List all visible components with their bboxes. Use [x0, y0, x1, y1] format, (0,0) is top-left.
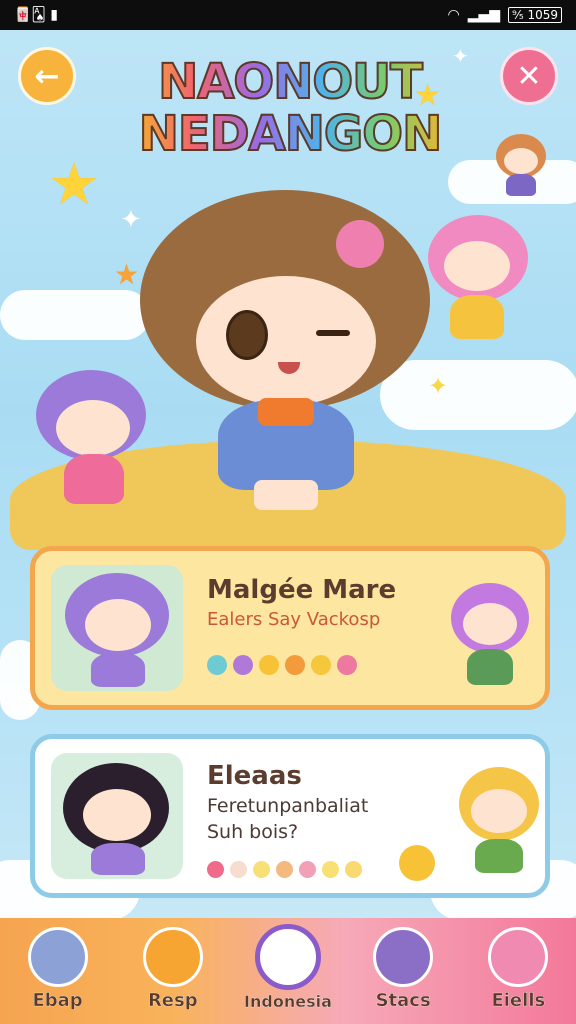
star-icon: ★ [414, 78, 441, 113]
character-dress [475, 839, 523, 873]
game-title-logo: NAONOUT NEDANGON [130, 57, 450, 159]
portrait-dress [91, 843, 145, 875]
trait-icon [285, 655, 305, 675]
nav-item-ebap[interactable]: Ebap [8, 921, 108, 1021]
portrait-dress [91, 653, 145, 687]
battery-icon: ⁹⁄₅ 1059 [508, 7, 562, 23]
arrow-left-icon: ← [34, 58, 60, 94]
nav-label: Resp [147, 990, 198, 1011]
nav-item-indonesia[interactable]: Indonesia [238, 921, 338, 1021]
card-title: Malgée Mare [207, 575, 397, 605]
wifi-icon: ◠ [447, 7, 460, 23]
nav-item-stacs[interactable]: Stacs [353, 921, 453, 1021]
card-portrait [51, 565, 183, 691]
title-line-1: NAONOUT [130, 57, 450, 107]
pink-cat-ear-character[interactable] [420, 205, 540, 345]
smile-icon [254, 924, 321, 990]
trait-icon [345, 861, 362, 878]
heart-icon [207, 655, 227, 675]
sparkle-icon: ✦ [452, 44, 469, 68]
trait-icons [207, 861, 362, 878]
nav-item-eiells[interactable]: Eiells [468, 921, 568, 1021]
back-button[interactable]: ← [18, 47, 76, 105]
card-subtitle-line-1: Feretunpanbaliat [207, 795, 369, 817]
character-face [504, 148, 538, 174]
trait-icon [337, 655, 357, 675]
card-title: Eleaas [207, 761, 302, 791]
nav-item-resp[interactable]: Resp [123, 921, 223, 1021]
character-face [444, 241, 510, 291]
profile-icon [27, 927, 88, 987]
trait-icon [233, 655, 253, 675]
sparkle-icon: ✦ [428, 372, 449, 400]
character-face [471, 789, 527, 833]
trait-icon [230, 861, 247, 878]
main-character[interactable] [140, 180, 430, 510]
close-button[interactable]: ✕ [500, 47, 558, 105]
hair-flower-icon [336, 220, 384, 268]
portrait-face [85, 599, 151, 651]
bottom-nav: Ebap Resp Indonesia Stacs Eiells [0, 918, 576, 1024]
pig-icon [488, 927, 549, 987]
trait-icons [207, 655, 357, 675]
nav-label: Stacs [375, 990, 431, 1011]
bear-icon [142, 927, 203, 987]
left-eye [226, 310, 268, 360]
nav-label: Indonesia [244, 992, 332, 1011]
character-card-1[interactable]: Malgée Mare Ealers Say Vackosp [30, 546, 550, 710]
character-dress [450, 295, 504, 339]
card-subtitle: Ealers Say Vackosp [207, 609, 381, 630]
nav-label: Ebap [32, 990, 83, 1011]
heart-icon [207, 861, 224, 878]
character-legs [254, 480, 318, 510]
trait-icon [322, 861, 339, 878]
signal-icon: ▂▄▆ [467, 7, 501, 23]
character-card-2[interactable]: Eleaas Feretunpanbaliat Suh bois? [30, 734, 550, 898]
purple-bear-ear-character [445, 571, 535, 691]
nav-label: Eiells [491, 990, 546, 1011]
character-face [463, 603, 517, 645]
blonde-cat-character [455, 759, 541, 879]
trait-icon [276, 861, 293, 878]
status-bar: 🀄🂡 ▮ ◠ ▂▄▆ ⁹⁄₅ 1059 [0, 0, 576, 30]
character-dress [467, 649, 513, 685]
title-line-2: NEDANGON [130, 109, 450, 159]
bow-tie [258, 398, 314, 426]
small-fox-character[interactable] [492, 128, 554, 200]
smile-sun-icon [399, 845, 435, 881]
fruit-icon [311, 655, 331, 675]
sparkle-icon: ✦ [120, 205, 142, 235]
cloud [0, 290, 150, 340]
character-dress [64, 454, 124, 504]
star-icon: ★ [48, 150, 100, 218]
purple-twin-tail-character[interactable] [18, 370, 168, 520]
card-subtitle-line-2: Suh bois? [207, 821, 299, 843]
portrait-face [83, 789, 151, 841]
right-eye-wink [316, 330, 350, 336]
character-dress [506, 174, 536, 196]
trait-icon [299, 861, 316, 878]
trait-icon [259, 655, 279, 675]
star-creature-icon [373, 927, 434, 987]
trait-icon [253, 861, 270, 878]
character-face [196, 276, 376, 406]
card-portrait [51, 753, 183, 879]
close-icon: ✕ [516, 58, 542, 94]
character-face [56, 400, 130, 456]
status-left: 🀄🂡 ▮ [14, 7, 58, 23]
star-icon: ★ [114, 258, 140, 291]
